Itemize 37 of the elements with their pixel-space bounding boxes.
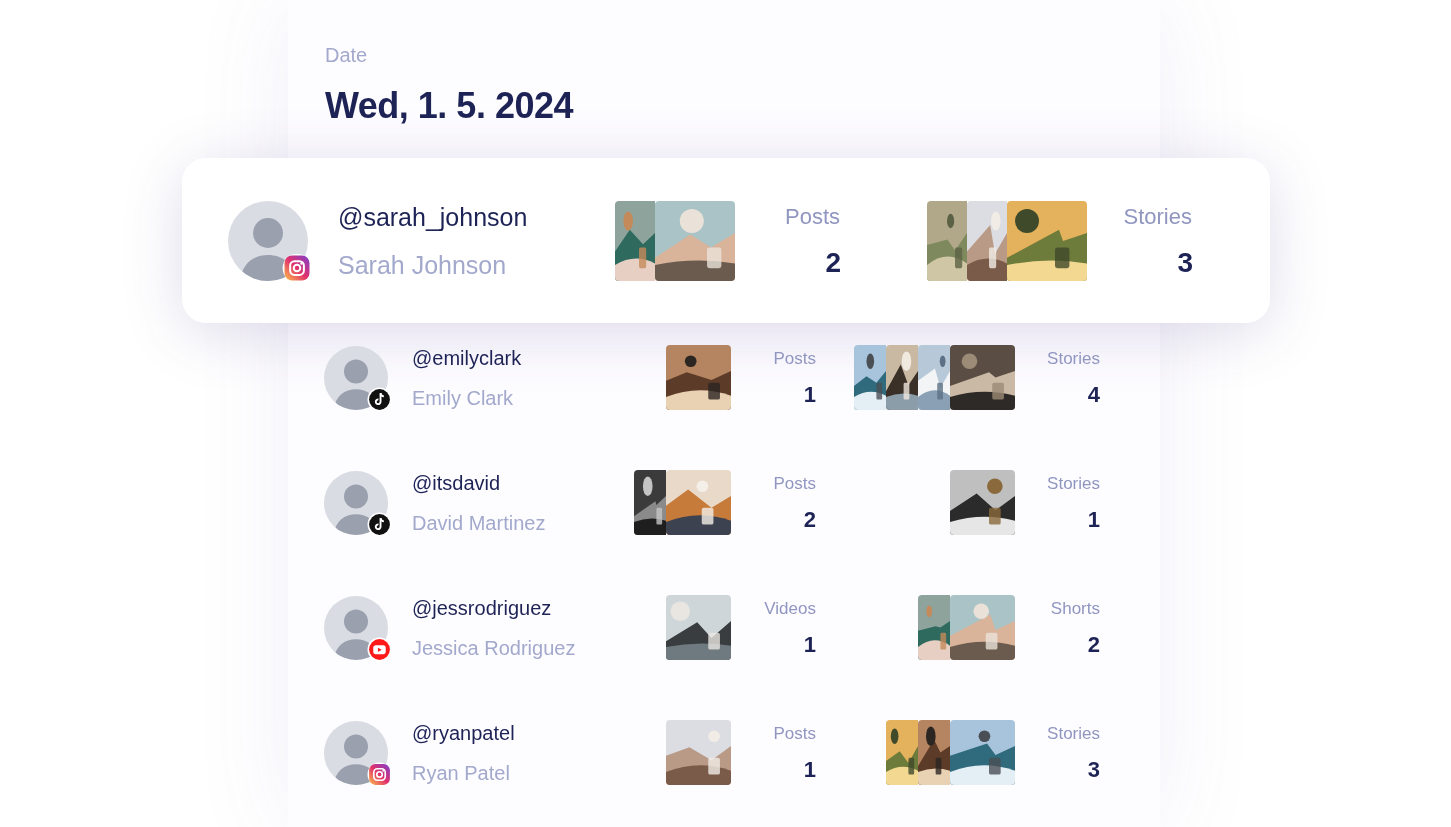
- username: @sarah_johnson: [338, 201, 529, 232]
- media-count: 2: [1087, 631, 1100, 658]
- media-count: 2: [825, 246, 841, 279]
- username: @jessrodriguez: [412, 595, 553, 621]
- media-type-label: Posts: [773, 347, 816, 370]
- music-note-icon: [367, 386, 392, 412]
- media-type-label: Posts: [773, 722, 816, 745]
- media-type-label: Posts: [784, 202, 840, 231]
- media-type-label: Stories: [1047, 347, 1100, 370]
- username: @itsdavid: [412, 470, 502, 496]
- media-count: 1: [803, 756, 816, 783]
- display-name: Ryan Patel: [412, 760, 511, 786]
- media-count: 3: [1177, 246, 1193, 279]
- media-count: 1: [1087, 506, 1100, 533]
- media-type-label: Videos: [764, 597, 816, 620]
- username: @emilyclark: [412, 345, 523, 371]
- media-type-label: Shorts: [1050, 597, 1100, 620]
- date-label: Date: [325, 43, 369, 68]
- date-heading: Wed, 1. 5. 2024: [325, 84, 575, 128]
- username: @ryanpatel: [412, 720, 516, 746]
- camera-icon: [282, 252, 312, 283]
- media-type-label: Stories: [1047, 472, 1100, 495]
- media-type-label: Stories: [1123, 202, 1192, 231]
- display-name: David Martinez: [412, 510, 547, 536]
- display-name: Jessica Rodriguez: [412, 635, 577, 661]
- media-count: 3: [1087, 756, 1100, 783]
- media-type-label: Stories: [1047, 722, 1100, 745]
- play-icon: [367, 636, 392, 662]
- media-count: 1: [803, 381, 816, 408]
- display-name: Sarah Johnson: [338, 249, 508, 280]
- media-count: 1: [803, 631, 816, 658]
- display-name: Emily Clark: [412, 385, 515, 411]
- camera-icon: [367, 761, 392, 787]
- media-type-label: Posts: [773, 472, 816, 495]
- music-note-icon: [367, 511, 392, 537]
- media-count: 2: [803, 506, 816, 533]
- media-count: 4: [1087, 381, 1100, 408]
